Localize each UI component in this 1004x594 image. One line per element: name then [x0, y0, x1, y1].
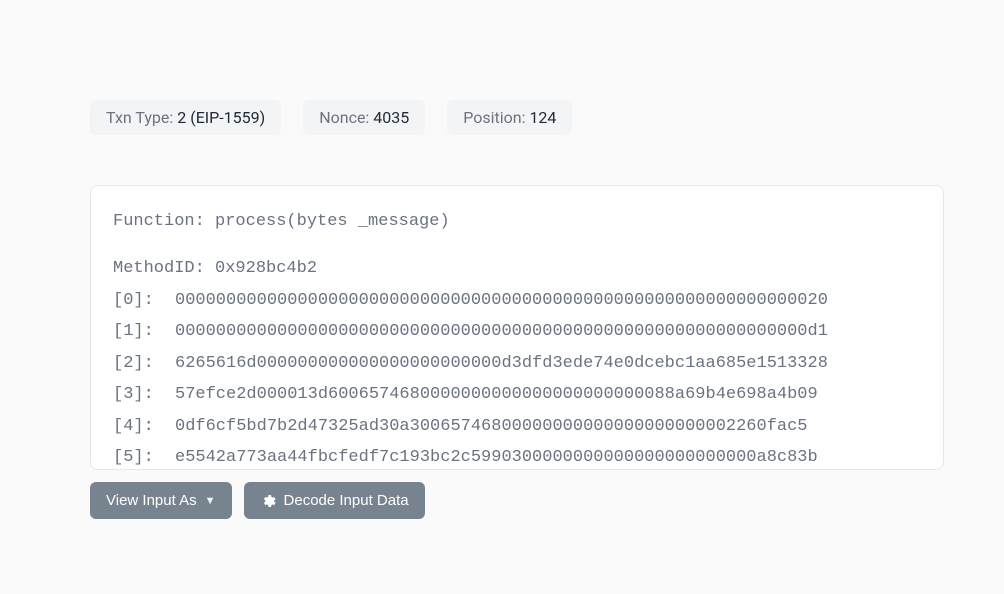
data-row: [4]:0df6cf5bd7b2d47325ad30a3006574680000… — [113, 411, 921, 442]
data-row: [2]:6265616d000000000000000000000000d3df… — [113, 348, 921, 379]
pill-txn-type: Txn Type: 2 (EIP-1559) — [90, 100, 281, 135]
method-id-line: MethodID: 0x928bc4b2 — [113, 253, 921, 284]
row-idx: [4]: — [113, 411, 175, 442]
chevron-down-icon: ▼ — [205, 495, 216, 507]
action-buttons: View Input As ▼ Decode Input Data — [90, 482, 944, 519]
row-idx: [1]: — [113, 316, 175, 347]
pill-label: Nonce: — [319, 108, 369, 127]
row-val: 57efce2d000013d6006574680000000000000000… — [175, 385, 818, 404]
pill-label: Position: — [463, 108, 525, 127]
pill-value: 124 — [529, 108, 556, 127]
data-row: [0]:000000000000000000000000000000000000… — [113, 285, 921, 316]
data-row: [5]:e5542a773aa44fbcfedf7c193bc2c5990300… — [113, 442, 921, 470]
row-val: e5542a773aa44fbcfedf7c193bc2c59903000000… — [175, 448, 818, 467]
row-idx: [3]: — [113, 379, 175, 410]
gear-icon — [260, 493, 276, 509]
pill-value: 4035 — [373, 108, 409, 127]
row-val: 0df6cf5bd7b2d47325ad30a30065746800000000… — [175, 417, 808, 436]
row-idx: [2]: — [113, 348, 175, 379]
row-idx: [5]: — [113, 442, 175, 470]
pill-position: Position: 124 — [447, 100, 572, 135]
button-label: View Input As — [106, 492, 197, 509]
data-row: [1]:000000000000000000000000000000000000… — [113, 316, 921, 347]
function-line: Function: process(bytes _message) — [113, 206, 921, 237]
row-val: 0000000000000000000000000000000000000000… — [175, 322, 828, 341]
pill-value: 2 (EIP-1559) — [177, 108, 265, 127]
button-label: Decode Input Data — [284, 492, 409, 509]
data-row: [3]:57efce2d000013d600657468000000000000… — [113, 379, 921, 410]
input-data-panel: Function: process(bytes _message) Method… — [90, 185, 944, 470]
row-idx: [0]: — [113, 285, 175, 316]
row-val: 6265616d000000000000000000000000d3dfd3ed… — [175, 354, 828, 373]
pill-nonce: Nonce: 4035 — [303, 100, 425, 135]
row-val: 0000000000000000000000000000000000000000… — [175, 291, 828, 310]
pill-label: Txn Type: — [106, 108, 173, 127]
decode-input-data-button[interactable]: Decode Input Data — [244, 482, 425, 519]
attribute-pills: Txn Type: 2 (EIP-1559) Nonce: 4035 Posit… — [90, 100, 944, 135]
view-input-as-button[interactable]: View Input As ▼ — [90, 482, 232, 519]
